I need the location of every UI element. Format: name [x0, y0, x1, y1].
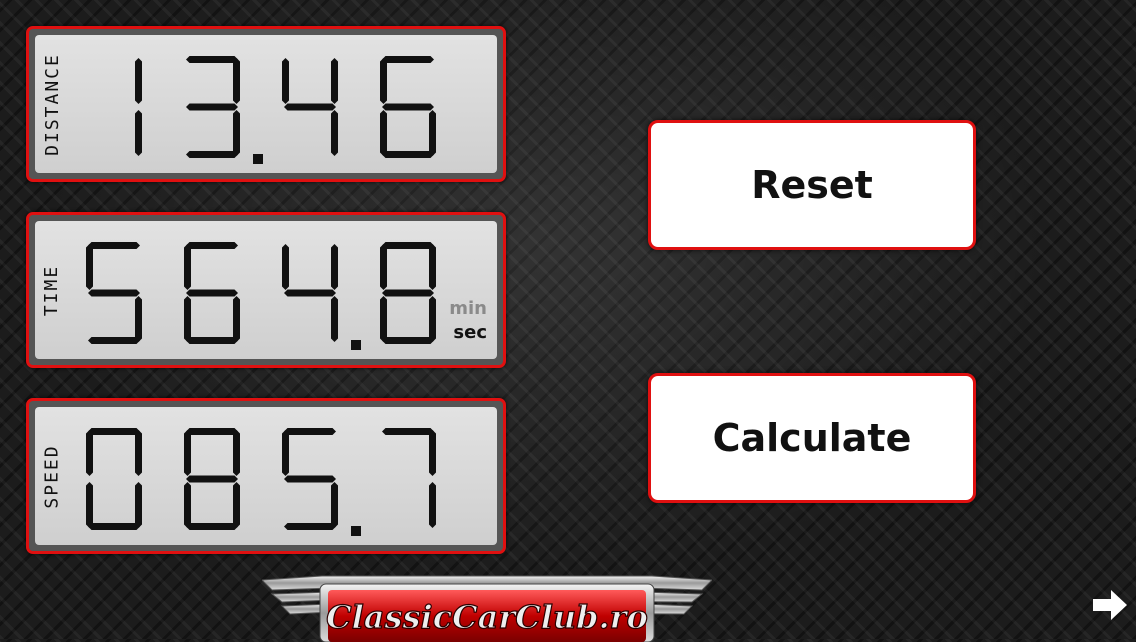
distance-digits-digit-4-segment-e: [380, 110, 387, 156]
time-digits-digit-3-segment-f: [282, 244, 289, 290]
speed-digits-digit-4-segment-a: [382, 428, 434, 435]
calculate-button[interactable]: Calculate: [648, 373, 976, 503]
time-digits-digit-2-segment-c: [233, 296, 240, 342]
logo-text: ClassicCarClub.ro: [326, 598, 648, 636]
speed-digits-digit-2-segment-e: [184, 482, 191, 528]
speed-digits-digit-4-segment-c: [429, 482, 436, 528]
time-digits-digit-2-segment-f: [184, 244, 191, 290]
time-digits-digit-4-segment-d: [382, 337, 434, 344]
time-digits-digit-4-segment-c: [429, 296, 436, 342]
time-unit-sec: sec: [453, 322, 487, 343]
speed-digits-digit-3: [282, 428, 338, 530]
time-digits-digit-1-segment-g: [88, 289, 140, 297]
speed-digits-digit-1-segment-d: [88, 523, 140, 530]
speed-digits-digit-3-segment-c: [331, 482, 338, 528]
distance-digits-digit-4-segment-a: [382, 56, 434, 63]
distance-digits-decimal-point: [253, 154, 263, 164]
speed-digits-digit-1-segment-a: [88, 428, 140, 435]
time-unit-min: min: [449, 298, 487, 319]
speed-lcd: SPEED: [35, 407, 497, 545]
speed-digits-digit-3-segment-g: [284, 475, 336, 483]
distance-digits-digit-4-segment-c: [429, 110, 436, 156]
distance-digits-digit-4-segment-d: [382, 151, 434, 158]
distance-digits-digit-2: [186, 56, 240, 158]
distance-digits-digit-1-segment-c: [135, 110, 142, 156]
speed-digits-digit-4-segment-b: [429, 430, 436, 476]
time-digits-digit-1-segment-a: [88, 242, 140, 249]
distance-digits-digit-4-segment-g: [382, 103, 434, 111]
speed-label: SPEED: [41, 443, 63, 509]
speed-digits-decimal-point: [351, 526, 361, 536]
speed-digits-digit-2: [184, 428, 240, 530]
speed-digits-digit-4: [382, 428, 436, 528]
distance-digits-digit-2-segment-c: [233, 110, 240, 156]
time-digits-digit-4-segment-f: [380, 244, 387, 290]
speed-digits-digit-2-segment-b: [233, 430, 240, 476]
classiccarclub-logo: ClassicCarClub.ro: [262, 575, 712, 642]
time-digits-digit-4-segment-g: [382, 289, 434, 297]
distance-digits-digit-4: [380, 56, 436, 158]
time-lcd: TIME min sec: [35, 221, 497, 359]
time-label: TIME: [41, 264, 63, 316]
speed-label-wrap: SPEED: [39, 407, 65, 545]
speed-digits-digit-2-segment-a: [186, 428, 238, 435]
distance-digits-digit-2-segment-d: [186, 151, 238, 158]
time-label-wrap: TIME: [39, 221, 65, 359]
time-units: min sec: [449, 297, 487, 345]
time-digits-digit-3-segment-g: [284, 289, 336, 297]
distance-label-wrap: DISTANCE: [39, 35, 65, 173]
time-display: TIME min sec: [26, 212, 506, 368]
time-digits-decimal-point: [351, 340, 361, 350]
distance-label: DISTANCE: [41, 52, 63, 156]
right-arrow-icon[interactable]: [1091, 588, 1129, 622]
time-digits-digit-2-segment-e: [184, 296, 191, 342]
distance-digits-digit-3-segment-b: [331, 58, 338, 104]
time-digits-digit-1-segment-c: [135, 296, 142, 342]
distance-digits: [135, 56, 436, 164]
speed-digits-digit-1-segment-c: [135, 482, 142, 528]
speed-digits-digit-1-segment-e: [86, 482, 93, 528]
time-digits: [86, 242, 436, 350]
distance-digits-digit-3-segment-f: [282, 58, 289, 104]
speed-display: SPEED: [26, 398, 506, 554]
distance-lcd: DISTANCE: [35, 35, 497, 173]
distance-digits-digit-1-segment-b: [135, 58, 142, 104]
time-digits-digit-3-segment-c: [331, 296, 338, 342]
time-digits-digit-1: [86, 242, 142, 344]
reset-button[interactable]: Reset: [648, 120, 976, 250]
speed-digits-digit-1: [86, 428, 142, 530]
distance-digits-digit-2-segment-a: [186, 56, 238, 63]
speed-digits-digit-3-segment-d: [284, 523, 336, 530]
speed-digits-digit-1-segment-b: [135, 430, 142, 476]
distance-digits-digit-2-segment-g: [186, 103, 238, 111]
time-digits-digit-2-segment-a: [186, 242, 238, 249]
time-digits-digit-1-segment-f: [86, 244, 93, 290]
time-digits-digit-2-segment-d: [186, 337, 238, 344]
distance-display: DISTANCE: [26, 26, 506, 182]
speed-digits-digit-3-segment-a: [284, 428, 336, 435]
speed-digits-digit-2-segment-d: [186, 523, 238, 530]
time-digits-digit-3: [282, 244, 338, 342]
time-digits-digit-3-segment-b: [331, 244, 338, 290]
distance-digits-digit-3: [282, 58, 338, 156]
speed-digits-digit-2-segment-c: [233, 482, 240, 528]
time-digits-digit-1-segment-d: [88, 337, 140, 344]
distance-digits-digit-1: [135, 58, 142, 156]
speed-digits-digit-2-segment-g: [186, 475, 238, 483]
time-digits-digit-4-segment-b: [429, 244, 436, 290]
distance-digits-digit-2-segment-b: [233, 58, 240, 104]
speed-digits: [86, 428, 436, 536]
time-digits-digit-4-segment-a: [382, 242, 434, 249]
time-digits-digit-2: [184, 242, 240, 344]
speed-digits-digit-3-segment-f: [282, 430, 289, 476]
time-digits-digit-4-segment-e: [380, 296, 387, 342]
distance-digits-digit-4-segment-f: [380, 58, 387, 104]
distance-digits-digit-3-segment-c: [331, 110, 338, 156]
distance-digits-digit-3-segment-g: [284, 103, 336, 111]
time-digits-digit-2-segment-g: [186, 289, 238, 297]
time-digits-digit-4: [380, 242, 436, 344]
speed-digits-digit-1-segment-f: [86, 430, 93, 476]
speed-digits-digit-2-segment-f: [184, 430, 191, 476]
